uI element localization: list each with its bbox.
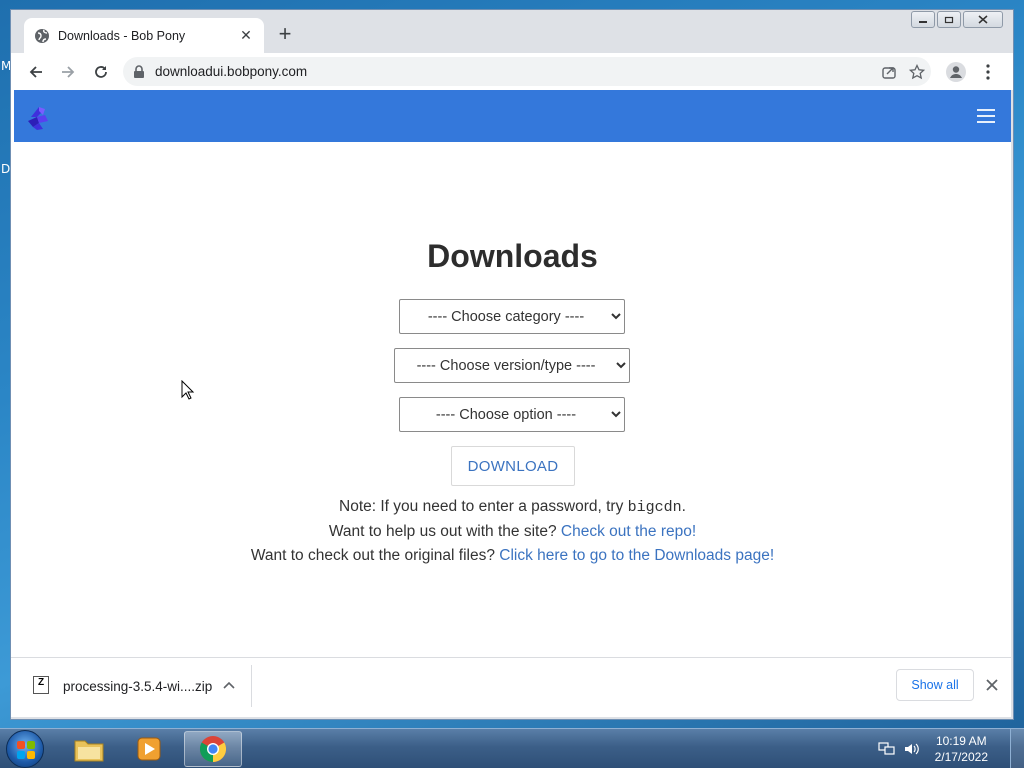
browser-toolbar: downloadui.bobpony.com	[11, 53, 1013, 90]
clock-time: 10:19 AM	[935, 734, 987, 748]
star-icon[interactable]	[903, 60, 931, 84]
volume-icon[interactable]	[903, 741, 921, 757]
start-button[interactable]	[6, 730, 44, 768]
downloads-page-link[interactable]: Click here to go to the Downloads page!	[499, 547, 774, 564]
minimize-button[interactable]	[911, 11, 935, 28]
media-player-taskbar-icon[interactable]	[120, 731, 178, 767]
profile-icon[interactable]	[943, 59, 969, 85]
password-code: bigcdn	[627, 499, 682, 516]
window-controls	[909, 11, 1003, 28]
windows-logo-icon	[17, 741, 35, 759]
show-desktop-button[interactable]	[1010, 729, 1024, 768]
file-explorer-taskbar-icon[interactable]	[60, 731, 118, 767]
zip-file-icon: Z	[33, 676, 49, 694]
show-all-button[interactable]: Show all	[896, 669, 974, 701]
original-files-line: Want to check out the original files? Cl…	[11, 547, 1013, 565]
back-arrow-icon[interactable]	[23, 59, 49, 85]
page-title: Downloads	[427, 238, 598, 274]
mouse-cursor-icon	[181, 379, 195, 400]
menu-toggle-icon[interactable]	[977, 109, 995, 123]
chevron-up-icon[interactable]	[221, 677, 237, 693]
help-text: Want to help us out with the site?	[328, 523, 561, 540]
download-item-name[interactable]: processing-3.5.4-wi....zip	[63, 679, 212, 694]
share-icon[interactable]	[875, 60, 903, 84]
globe-icon	[34, 28, 50, 44]
note-suffix: .	[681, 498, 686, 515]
tab-title: Downloads - Bob Pony	[58, 28, 186, 43]
address-bar[interactable]: downloadui.bobpony.com	[123, 57, 931, 86]
browser-tab[interactable]: Downloads - Bob Pony ✕	[24, 18, 264, 53]
taskbar: 10:19 AM 2/17/2022	[0, 728, 1024, 768]
clock-date: 2/17/2022	[934, 750, 988, 764]
tab-close-icon[interactable]: ✕	[238, 27, 254, 44]
repo-link[interactable]: Check out the repo!	[561, 523, 696, 540]
restore-button[interactable]	[937, 11, 961, 28]
desktop-label-fragment: D	[1, 162, 11, 176]
site-navbar	[14, 90, 1011, 142]
chrome-taskbar-icon[interactable]	[184, 731, 242, 767]
version-type-select[interactable]: ---- Choose version/type ----	[394, 348, 630, 383]
forward-arrow-icon[interactable]	[55, 59, 81, 85]
reload-icon[interactable]	[88, 59, 114, 85]
shelf-close-icon[interactable]	[983, 676, 1001, 694]
shelf-divider	[251, 665, 252, 707]
system-tray: 10:19 AM 2/17/2022	[877, 729, 1024, 768]
download-shelf: Z processing-3.5.4-wi....zip Show all	[11, 657, 1011, 717]
lock-icon	[133, 64, 145, 79]
download-button[interactable]: DOWNLOAD	[451, 446, 575, 486]
note-text: Note: If you need to enter a password, t…	[339, 498, 628, 515]
clock[interactable]: 10:19 AM 2/17/2022	[935, 733, 988, 765]
title-bar: Downloads - Bob Pony ✕ +	[11, 10, 1013, 53]
url-text: downloadui.bobpony.com	[155, 64, 308, 79]
page-viewport: Downloads ---- Choose category ---- ----…	[11, 90, 1011, 657]
network-icon[interactable]	[877, 741, 895, 757]
original-files-text: Want to check out the original files?	[250, 547, 500, 564]
option-select[interactable]: ---- Choose option ----	[399, 397, 625, 432]
help-line: Want to help us out with the site? Check…	[11, 523, 1013, 541]
browser-window: Downloads - Bob Pony ✕ + downloadui.bobp…	[10, 9, 1014, 720]
new-tab-button[interactable]: +	[274, 23, 296, 46]
password-note: Note: If you need to enter a password, t…	[11, 498, 1013, 516]
more-menu-icon[interactable]	[975, 59, 1001, 85]
site-logo-icon[interactable]	[26, 103, 52, 131]
window-close-button[interactable]	[963, 11, 1003, 28]
category-select[interactable]: ---- Choose category ----	[399, 299, 625, 334]
